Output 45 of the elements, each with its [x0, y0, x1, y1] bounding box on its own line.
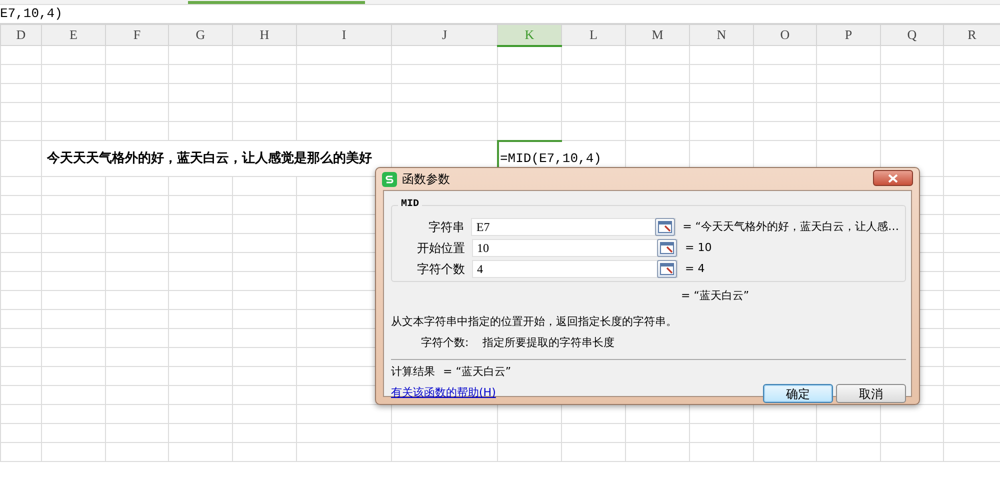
close-button[interactable]: [873, 170, 913, 186]
cell-reference-button[interactable]: [654, 218, 675, 236]
argument-field[interactable]: 4: [472, 260, 678, 278]
cell-reference-button[interactable]: [657, 260, 677, 278]
cell-reference-button[interactable]: [657, 239, 677, 257]
argument-help-label: 字符个数:: [421, 335, 469, 351]
argument-result: = 10: [684, 240, 712, 256]
cell-reference-icon: [660, 263, 674, 275]
argument-label: 开始位置: [416, 240, 466, 257]
formula-text: =MID(E7,10,4): [499, 150, 602, 166]
column-header[interactable]: J: [392, 24, 498, 46]
calc-result-label: 计算结果: [391, 364, 435, 380]
argument-help-text: 指定所要提取的字符串长度: [482, 335, 615, 351]
cancel-button[interactable]: 取消: [836, 384, 906, 403]
column-header[interactable]: L: [562, 24, 626, 46]
function-description: 从文本字符串中指定的位置开始，返回指定长度的字符串。: [391, 314, 677, 328]
argument-label: 字符串: [427, 219, 466, 236]
column-header[interactable]: M: [626, 24, 690, 46]
calc-result-value: = “蓝天白云”: [443, 364, 512, 380]
argument-label: 字符个数: [416, 261, 466, 278]
column-header[interactable]: D: [0, 24, 42, 46]
column-header[interactable]: Q: [880, 24, 944, 46]
column-header[interactable]: F: [106, 24, 168, 46]
argument-result: = “今天天气格外的好，蓝天白云，让人感…: [682, 218, 899, 235]
argument-field[interactable]: E7: [471, 218, 676, 236]
column-header[interactable]: P: [816, 24, 880, 46]
spreadsheet-app-icon: [382, 172, 397, 186]
help-link[interactable]: 有关该函数的帮助(H): [391, 385, 496, 402]
ok-button[interactable]: 确定: [763, 384, 833, 403]
column-header[interactable]: R: [944, 24, 1000, 46]
column-header[interactable]: O: [754, 24, 816, 46]
close-icon: [888, 174, 898, 184]
column-header[interactable]: G: [168, 24, 232, 46]
argument-result: = 4: [684, 260, 705, 277]
function-result: = “蓝天白云”: [681, 289, 750, 302]
column-header[interactable]: I: [296, 24, 392, 46]
cell-reference-icon: [658, 221, 672, 233]
formula-text[interactable]: E7,10,4): [0, 6, 62, 21]
column-header[interactable]: E: [42, 24, 106, 46]
cell-text: 今天天天气格外的好，蓝天白云，让人感觉是那么的美好: [46, 150, 372, 166]
argument-field[interactable]: 10: [472, 239, 678, 257]
dialog-title: 函数参数: [402, 171, 450, 188]
column-header[interactable]: H: [232, 24, 296, 46]
column-header[interactable]: N: [690, 24, 754, 46]
cell-reference-icon: [660, 242, 674, 254]
